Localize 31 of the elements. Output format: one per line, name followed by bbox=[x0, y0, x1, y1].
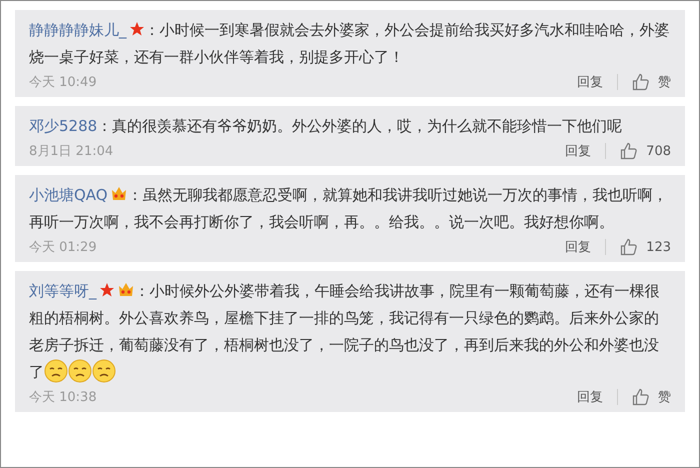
like-button[interactable]: 708 bbox=[620, 142, 671, 160]
username-link[interactable]: 刘等等呀_ bbox=[29, 282, 96, 300]
reply-link[interactable]: 回复 bbox=[565, 142, 592, 160]
like-button[interactable]: 赞 bbox=[632, 73, 671, 91]
username-link[interactable]: 静静静静妹儿_ bbox=[29, 21, 126, 39]
sad-face-icon bbox=[92, 359, 116, 383]
username-link[interactable]: 小池塘QAQ bbox=[29, 186, 108, 204]
star-icon bbox=[128, 21, 144, 37]
reply-link[interactable]: 回复 bbox=[577, 388, 603, 406]
comment-time: 8月1日 21:04 bbox=[29, 143, 114, 160]
thumbs-up-icon bbox=[632, 73, 650, 91]
like-button[interactable]: 赞 bbox=[632, 388, 671, 406]
reply-link[interactable]: 回复 bbox=[565, 238, 592, 256]
username-link[interactable]: 邓少5288 bbox=[29, 117, 98, 135]
comment-text: 刘等等呀_ ：小时候外公外婆带着我，午睡会给我讲故事，院里有一颗葡萄藤，还有一棵很粗的梧桐树。外公喜欢养鸟，屋檐下挂了一排的鸟笼，我记得有一只绿色的鹦鹉。后来外公家的老房子拆迁，葡萄藤没有了，梧桐树也没了，一院子的鸟也没了，再到后来我的外公和外婆也没了 bbox=[29, 281, 660, 385]
thumbs-up-icon bbox=[620, 142, 638, 160]
thumbs-up-icon bbox=[632, 388, 650, 406]
like-button[interactable]: 123 bbox=[620, 238, 671, 256]
comment-text: 小池塘QAQ ：虽然无聊我都愿意忍受啊，就算她和我讲我听过她说一万次的事情，我也听啊，再听一万次啊，我不会再打断你了，我会听啊，再。。给我。。说一次吧。我好想你啊。 bbox=[29, 185, 669, 233]
crown-icon bbox=[116, 282, 134, 298]
crown-icon bbox=[110, 186, 128, 202]
sad-face-icon bbox=[68, 359, 92, 383]
comment-time: 今天 10:49 bbox=[29, 74, 98, 91]
comment-time: 今天 01:29 bbox=[29, 239, 98, 256]
star-icon bbox=[98, 282, 114, 298]
thumbs-up-icon bbox=[620, 238, 638, 256]
comment-time: 今天 10:38 bbox=[29, 389, 98, 406]
comment-text: 邓少5288：真的很羡慕还有爷爷奶奶。外公外婆的人，哎，为什么就不能珍惜一下他们呢 bbox=[29, 116, 624, 137]
reply-link[interactable]: 回复 bbox=[577, 73, 603, 91]
sad-face-icon bbox=[44, 359, 68, 383]
comment-text: 静静静静妹儿_ ：小时候一到寒暑假就会去外婆家，外公会提前给我买好多汽水和哇哈哈，外婆烧一桌子好菜，还有一群小伙伴等着我，别提多开心了！ bbox=[29, 20, 670, 68]
